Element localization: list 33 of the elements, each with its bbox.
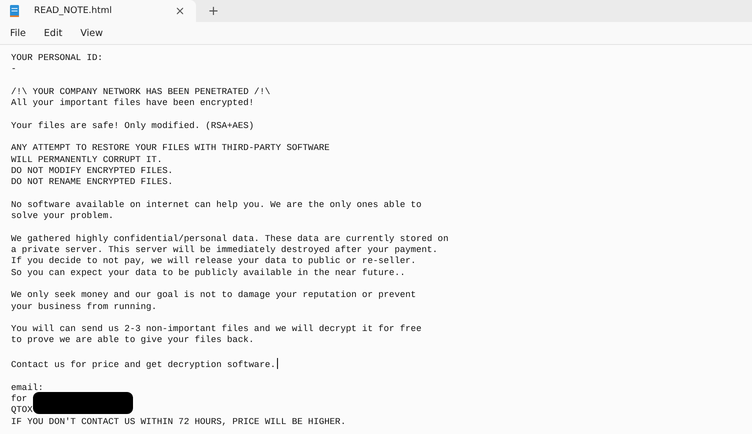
text-line: You will can send us 2-3 non-important files and we will decrypt it for free (11, 324, 422, 336)
file-tab[interactable]: READ_NOTE.html (0, 0, 196, 22)
text-line: So you can expect your data to be publicly available in the near future.. (11, 268, 406, 279)
menu-item[interactable]: Edit (42, 26, 70, 40)
close-icon (176, 7, 184, 15)
text-line: WILL PERMANENTLY CORRUPT IT. (11, 154, 162, 166)
text-line: We gathered highly confidential/personal data. These data are currently stored on (11, 234, 448, 246)
menu-item[interactable]: View (78, 26, 111, 40)
new-tab-button[interactable]: + (204, 0, 223, 22)
text-line: DO NOT MODIFY ENCRYPTED FILES. (11, 166, 174, 178)
text-line: email: (11, 382, 44, 394)
notepad-icon (10, 5, 19, 17)
text-line: No software available on internet can help you. We are the only ones able to (11, 200, 422, 212)
text-line: your business from running. (11, 302, 157, 313)
text-line: QTOX (11, 405, 33, 416)
text-line: solve your problem. (11, 211, 114, 222)
text-line: ANY ATTEMPT TO RESTORE YOUR FILES WITH THIRD-PARTY SOFTWARE (11, 143, 330, 155)
text-line: a private server. This server will be immediately destroyed after your payment. (11, 245, 438, 256)
text-line: Contact us for price and get decryption software. (11, 358, 278, 372)
text-line: to prove we are able to give your files back. (11, 335, 254, 347)
text-line: IF YOU DON'T CONTACT US WITHIN 72 HOURS, PRICE WILL BE HIGHER. (11, 416, 346, 428)
text-line: /!\ YOUR COMPANY NETWORK HAS BEEN PENETRATED /!\ (11, 86, 270, 98)
text-line: We only seek money and our goal is not to damage your reputation or prevent (11, 290, 416, 302)
text-line: - (11, 64, 16, 76)
text-line: If you decide to not pay, we will release your data to public or re-seller. (11, 256, 416, 268)
close-tab-button[interactable] (174, 5, 186, 17)
text-line: All your important files have been encrypted! (11, 98, 254, 110)
tab-title: READ_NOTE.html (34, 6, 113, 16)
text-line: for (11, 394, 28, 406)
menu-item[interactable]: File (8, 26, 34, 40)
text-line: DO NOT RENAME ENCRYPTED FILES. (11, 177, 174, 189)
text-line: Your files are safe! Only modified. (RSA+AES) (11, 120, 254, 132)
text-line: YOUR PERSONAL ID: (11, 53, 103, 64)
